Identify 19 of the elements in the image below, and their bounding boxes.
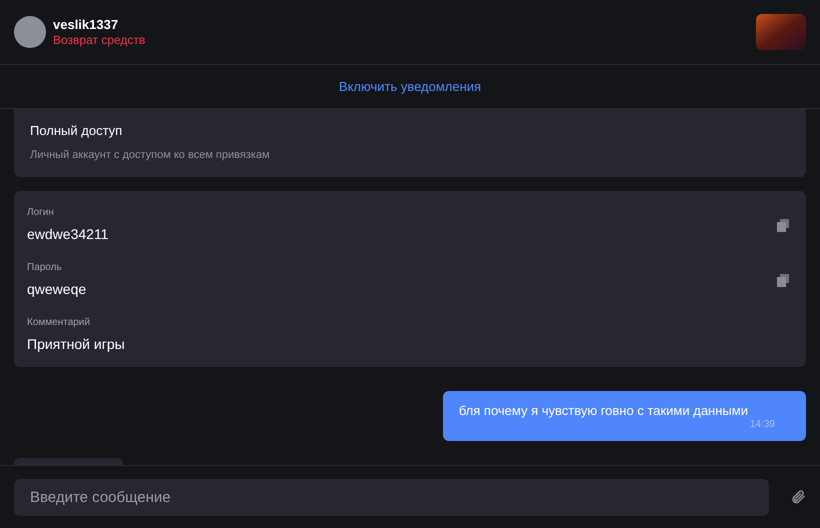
field-label: Пароль [27,262,63,274]
field-label: Комментарий [27,317,91,329]
enable-notifications-link[interactable]: Включить уведомления [338,76,482,96]
field-value: ewdwe34211 [27,226,110,243]
copy-icon[interactable] [776,273,790,287]
message-input[interactable]: Введите сообщение [14,478,769,516]
copy-icon[interactable] [776,218,790,232]
photo-placeholder [756,14,806,50]
field-label: Логин [27,207,55,219]
access-description: Личный аккаунт с доступом ко всем привязкам [30,148,271,162]
message-text: бля почему я чувствую говно с такими данными [458,403,748,419]
subtitle: Возврат средств [53,32,146,48]
avatar [14,16,46,48]
paperclip-icon[interactable] [790,489,806,505]
message-time: 14:39 [750,419,776,431]
access-title: Полный доступ [30,122,124,140]
field-value: Приятной игры [27,336,126,353]
username: veslik1337 [53,16,120,32]
field-value: qweweqe [27,281,88,298]
